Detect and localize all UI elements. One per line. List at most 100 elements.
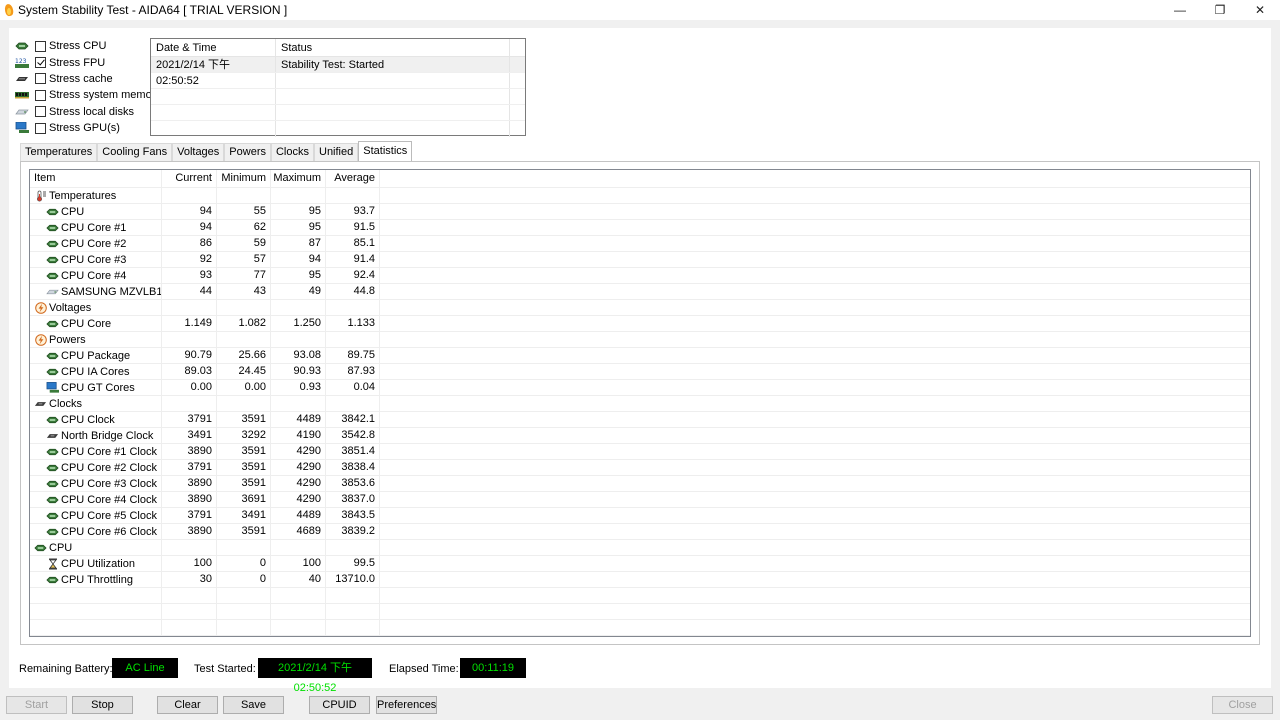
stats-minimum: 3591	[217, 412, 271, 427]
stats-item-label: CPU Package	[61, 349, 131, 362]
stats-group-row[interactable]: Powers	[30, 332, 1250, 348]
stats-item-row[interactable]: CPU GT Cores 0.00 0.00 0.93 0.04	[30, 380, 1250, 396]
stats-item-label: CPU GT Cores	[61, 381, 135, 394]
stats-item-cell: North Bridge Clock	[30, 428, 162, 443]
stats-group-row[interactable]: CPU	[30, 540, 1250, 556]
log-header-datetime[interactable]: Date & Time	[151, 39, 276, 56]
stats-item-row[interactable]: SAMSUNG MZVLB1T...44434944.8	[30, 284, 1250, 300]
stats-item-cell: CPU	[30, 540, 162, 555]
stats-item-cell: CPU Core #1	[30, 220, 162, 235]
stats-item-row[interactable]: CPU Core #6 Clock 3890 3591 4689 3839.2	[30, 524, 1250, 540]
stats-item-cell: CPU Core #3 Clock	[30, 476, 162, 491]
stats-average: 3853.6	[326, 476, 380, 491]
tab-voltages[interactable]: Voltages	[172, 143, 225, 161]
stats-item-cell: CPU Clock	[30, 412, 162, 427]
stats-item-row[interactable]: CPU Core #5 Clock 3791 3491 4489 3843.5	[30, 508, 1250, 524]
stats-average: 1.133	[326, 316, 380, 331]
stats-item-cell: Temperatures	[30, 188, 162, 203]
stats-minimum: 3591	[217, 476, 271, 491]
stress-options: Stress CPU 123 Stress FPU Stress cache Stres…	[15, 38, 161, 136]
stress-option-row[interactable]: Stress GPU(s)	[15, 120, 161, 136]
tab-statistics[interactable]: Statistics	[358, 141, 413, 161]
stats-maximum: 4290	[271, 460, 326, 475]
stats-item-label: CPU Core #2	[61, 237, 127, 250]
preferences-button[interactable]: Preferences	[376, 696, 437, 714]
stats-item-row[interactable]: CPU Core #2 Clock 3791 3591 4290 3838.4	[30, 460, 1250, 476]
stats-minimum: 3591	[217, 524, 271, 539]
stats-header-current[interactable]: Current	[162, 170, 217, 187]
stats-minimum: 59	[217, 236, 271, 251]
tab-clocks[interactable]: Clocks	[270, 143, 314, 161]
minimize-button[interactable]: —	[1160, 0, 1200, 20]
start-button[interactable]: Start	[6, 696, 67, 714]
stats-maximum: 4689	[271, 524, 326, 539]
stats-item-row[interactable]: CPU 94 55 95 93.7	[30, 204, 1250, 220]
stats-header-average[interactable]: Average	[326, 170, 380, 187]
stats-maximum: 4290	[271, 444, 326, 459]
stats-item-cell: CPU Core #6 Clock	[30, 524, 162, 539]
stats-item-row[interactable]: CPU Utilization 100 0 100 99.5	[30, 556, 1250, 572]
stats-item-row[interactable]: CPU Core #4 Clock 3890 3691 4290 3837.0	[30, 492, 1250, 508]
stats-item-row[interactable]: CPU Core #1 94 62 95 91.5	[30, 220, 1250, 236]
stress-checkbox[interactable]	[35, 89, 46, 101]
stats-item-label: CPU Core #4	[61, 269, 127, 282]
stress-option-row[interactable]: Stress system memory	[15, 87, 161, 103]
stats-minimum: 25.66	[217, 348, 271, 363]
sensor-tabs: Temperatures Cooling Fans Voltages Powers Cl…	[20, 141, 413, 161]
stats-average: 3842.1	[326, 412, 380, 427]
stress-checkbox[interactable]	[35, 57, 46, 69]
stats-group-row[interactable]: Voltages	[30, 300, 1250, 316]
stress-option-row[interactable]: 123 Stress FPU	[15, 54, 161, 70]
stats-item-cell: CPU Core #5 Clock	[30, 508, 162, 523]
statistics-table[interactable]: Item Current Minimum Maximum Average Tem…	[29, 169, 1251, 637]
stats-current: 3890	[162, 524, 217, 539]
clear-button[interactable]: Clear	[157, 696, 218, 714]
stress-checkbox[interactable]	[35, 122, 46, 134]
stats-empty-row	[30, 604, 1250, 620]
tab-cooling-fans[interactable]: Cooling Fans	[97, 143, 173, 161]
close-button[interactable]: Close	[1212, 696, 1273, 714]
stress-checkbox[interactable]	[35, 73, 46, 85]
stats-header-item[interactable]: Item	[30, 170, 162, 187]
tab-unified[interactable]: Unified	[314, 143, 359, 161]
cpuid-button[interactable]: CPUID	[309, 696, 370, 714]
stats-group-row[interactable]: Clocks	[30, 396, 1250, 412]
stress-checkbox[interactable]	[35, 106, 46, 118]
stats-header: Item Current Minimum Maximum Average	[30, 170, 1250, 188]
stress-checkbox[interactable]	[35, 40, 46, 52]
stats-group-row[interactable]: Temperatures	[30, 188, 1250, 204]
stop-button[interactable]: Stop	[72, 696, 133, 714]
stats-current: 0.00	[162, 380, 217, 395]
log-row[interactable]: 2021/2/14 下午 02:50:52 Stability Test: Sta…	[151, 57, 525, 87]
tab-temperatures[interactable]: Temperatures	[20, 143, 98, 161]
cpu-chip-icon	[46, 255, 59, 265]
window-close-button[interactable]: ✕	[1240, 0, 1280, 20]
stats-item-row[interactable]: CPU Core #3 92 57 94 91.4	[30, 252, 1250, 268]
stats-item-row[interactable]: North Bridge Clock 3491 3292 4190 3542.8	[30, 428, 1250, 444]
stats-header-minimum[interactable]: Minimum	[217, 170, 271, 187]
stress-option-label: Stress GPU(s)	[49, 122, 120, 135]
stats-item-cell: CPU Core #4 Clock	[30, 492, 162, 507]
save-button[interactable]: Save	[223, 696, 284, 714]
stats-item-row[interactable]: CPU Throttling 30 0 40 13710.0	[30, 572, 1250, 588]
stats-maximum: 0.93	[271, 380, 326, 395]
stats-item-row[interactable]: CPU Core #2 86 59 87 85.1	[30, 236, 1250, 252]
stress-option-row[interactable]: Stress CPU	[15, 38, 161, 54]
log-header-status[interactable]: Status	[276, 39, 510, 56]
stats-item-row[interactable]: CPU IA Cores 89.03 24.45 90.93 87.93	[30, 364, 1250, 380]
stats-item-row[interactable]: CPU Core #3 Clock 3890 3591 4290 3853.6	[30, 476, 1250, 492]
stats-item-row[interactable]: CPU Package 90.79 25.66 93.08 89.75	[30, 348, 1250, 364]
tab-powers[interactable]: Powers	[224, 143, 271, 161]
stats-item-row[interactable]: CPU Core 1.149 1.082 1.250 1.133	[30, 316, 1250, 332]
stats-item-row[interactable]: CPU Core #1 Clock 3890 3591 4290 3851.4	[30, 444, 1250, 460]
restore-button[interactable]: ❐	[1200, 0, 1240, 20]
stress-option-row[interactable]: Stress cache	[15, 71, 161, 87]
stats-current: 30	[162, 572, 217, 587]
stats-item-row[interactable]: CPU Clock 3791 3591 4489 3842.1	[30, 412, 1250, 428]
stats-item-label: North Bridge Clock	[61, 429, 154, 442]
stress-option-row[interactable]: Stress local disks	[15, 104, 161, 120]
stats-item-row[interactable]: CPU Core #4 93 77 95 92.4	[30, 268, 1250, 284]
stats-header-maximum[interactable]: Maximum	[271, 170, 326, 187]
event-log-table[interactable]: Date & Time Status 2021/2/14 下午 02:50:52…	[150, 38, 526, 137]
stats-current: 3791	[162, 412, 217, 427]
